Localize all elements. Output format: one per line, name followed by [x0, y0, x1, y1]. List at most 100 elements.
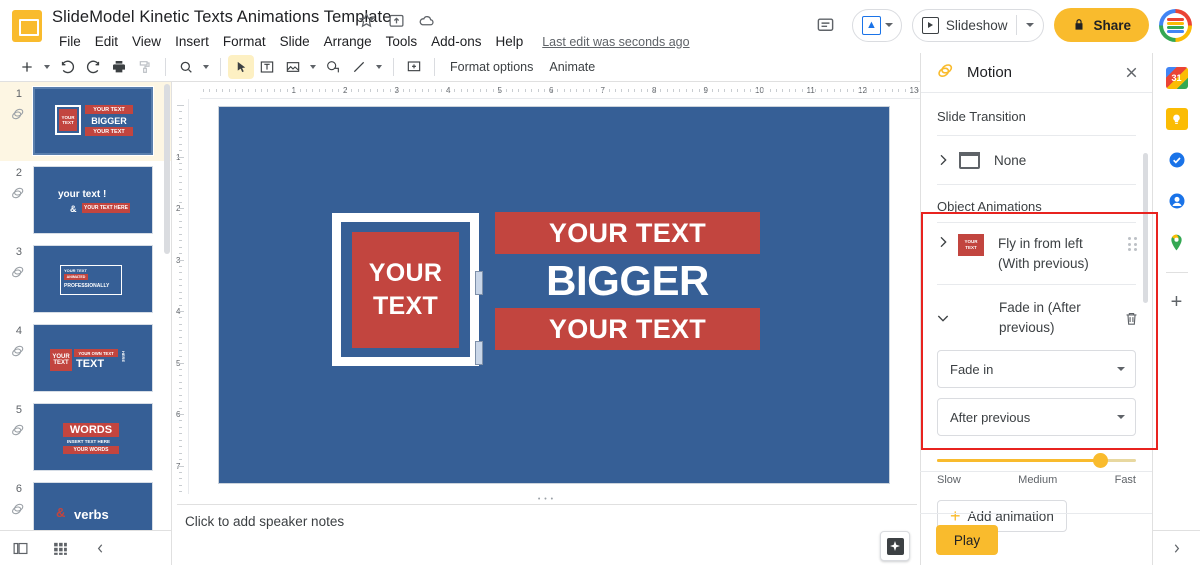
- contacts-icon[interactable]: [1166, 190, 1188, 212]
- play-button[interactable]: Play: [936, 525, 998, 555]
- speaker-notes[interactable]: Click to add speaker notes: [177, 504, 917, 565]
- slide-preview[interactable]: your text ! & YOUR TEXT HERE: [33, 166, 153, 234]
- menu-edit[interactable]: Edit: [88, 32, 125, 51]
- move-to-folder-icon[interactable]: [388, 12, 405, 29]
- menu-slide[interactable]: Slide: [273, 32, 317, 51]
- new-slide-dropdown[interactable]: [40, 55, 54, 79]
- slide-thumbnail-3[interactable]: 3 YOUR TEXT ANIMATED PROFESSIONALLY: [0, 240, 171, 319]
- shape-button[interactable]: [320, 55, 346, 79]
- text-box-button[interactable]: [254, 55, 280, 79]
- divider: [165, 58, 166, 76]
- expand-rail-icon[interactable]: [1152, 530, 1200, 565]
- add-comment-button[interactable]: [401, 55, 427, 79]
- menu-insert[interactable]: Insert: [168, 32, 216, 51]
- menu-addons[interactable]: Add-ons: [424, 32, 488, 51]
- line-button[interactable]: [346, 55, 372, 79]
- undo-button[interactable]: [54, 55, 80, 79]
- slide-thumbnail-2[interactable]: 2 your text ! & YOUR TEXT HERE: [0, 161, 171, 240]
- slide-thumbnail-5[interactable]: 5 WORDS INSERT TEXT HERE YOUR WORDS: [0, 398, 171, 477]
- last-edit-status[interactable]: Last edit was seconds ago: [542, 35, 689, 49]
- image-button[interactable]: [280, 55, 306, 79]
- band-text-1[interactable]: YOUR TEXT: [495, 212, 760, 254]
- redo-button[interactable]: [80, 55, 106, 79]
- speed-slider[interactable]: [937, 450, 1136, 472]
- explore-icon: [886, 537, 904, 555]
- slide-filmstrip[interactable]: 1 YOUR TEXT YOUR TEXT BIGGER YOUR TEXT 2…: [0, 82, 172, 530]
- animation-item-fly-in-from-left[interactable]: YOUR TEXT Fly in from left (With previou…: [921, 223, 1152, 284]
- slide-preview[interactable]: WORDS INSERT TEXT HERE YOUR WORDS: [33, 403, 153, 471]
- chevron-right-icon[interactable]: [935, 152, 951, 168]
- paint-format-button[interactable]: [132, 55, 158, 79]
- share-button[interactable]: Share: [1054, 8, 1149, 42]
- explore-button[interactable]: [880, 531, 910, 561]
- ruler-tick: [859, 89, 861, 92]
- animate-button[interactable]: Animate: [541, 57, 603, 77]
- ruler-tick: [383, 89, 385, 92]
- grid-view-icon[interactable]: [40, 534, 80, 562]
- zoom-button[interactable]: [173, 55, 199, 79]
- band-text-2[interactable]: YOUR TEXT: [495, 308, 760, 350]
- chevron-down-icon[interactable]: [935, 310, 951, 326]
- selection-handle[interactable]: [475, 271, 483, 295]
- calendar-icon[interactable]: 31: [1165, 67, 1188, 89]
- menu-arrange[interactable]: Arrange: [317, 32, 379, 51]
- menu-help[interactable]: Help: [488, 32, 530, 51]
- slide-thumbnail-4[interactable]: 4 YOUR TEXT YOUR OWN TEXT TEXT HERE: [0, 319, 171, 398]
- ruler-tick: [179, 195, 182, 197]
- ruler-tick: [492, 89, 494, 92]
- slideshow-button[interactable]: Slideshow: [911, 8, 1045, 42]
- slide-thumbnail-1[interactable]: 1 YOUR TEXT YOUR TEXT BIGGER YOUR TEXT: [0, 82, 171, 161]
- select-cursor-button[interactable]: [228, 55, 254, 79]
- red-text-box-shape[interactable]: YOUR TEXT: [352, 232, 459, 348]
- slideshow-dropdown-caret[interactable]: [1026, 23, 1035, 27]
- menu-file[interactable]: File: [52, 32, 88, 51]
- menu-view[interactable]: View: [125, 32, 168, 51]
- print-button[interactable]: [106, 55, 132, 79]
- selection-handle[interactable]: [475, 341, 483, 365]
- line-dropdown[interactable]: [372, 55, 386, 79]
- present-button[interactable]: ▲: [851, 8, 902, 42]
- chevron-right-icon[interactable]: [935, 234, 951, 250]
- ruler-tick: [866, 89, 868, 92]
- animation-item-fade-in[interactable]: Fade in (After previous): [921, 285, 1152, 350]
- trash-icon[interactable]: [1123, 310, 1140, 327]
- slider-thumb[interactable]: [1093, 453, 1109, 469]
- drag-handle-icon[interactable]: [1128, 237, 1140, 253]
- motion-panel-scrollbar[interactable]: [1143, 153, 1148, 303]
- menu-tools[interactable]: Tools: [379, 32, 425, 51]
- ruler-tick: [179, 368, 182, 370]
- present-dropdown-caret[interactable]: [884, 23, 893, 27]
- filmstrip-view-icon[interactable]: [0, 534, 40, 562]
- add-app-icon[interactable]: +: [1171, 292, 1183, 312]
- slide-transition-row[interactable]: None: [921, 136, 1152, 184]
- slide-number: 5: [15, 404, 22, 416]
- keep-icon[interactable]: [1165, 108, 1188, 130]
- maps-icon[interactable]: [1166, 231, 1188, 253]
- avatar[interactable]: [1159, 8, 1192, 42]
- notes-resize-handle[interactable]: [172, 494, 920, 504]
- slide-preview[interactable]: YOUR TEXT YOUR TEXT BIGGER YOUR TEXT: [32, 86, 154, 156]
- effect-select[interactable]: Fade in: [937, 350, 1136, 389]
- tasks-icon[interactable]: [1166, 149, 1188, 171]
- star-icon[interactable]: [358, 12, 375, 29]
- bigger-text[interactable]: BIGGER: [495, 254, 760, 308]
- slide-preview[interactable]: & verbs: [33, 482, 153, 530]
- slide-canvas[interactable]: YOUR TEXT YOUR TEXT BIGGER YOUR TEXT: [218, 106, 890, 484]
- image-dropdown[interactable]: [306, 55, 320, 79]
- document-title[interactable]: SlideModel Kinetic Texts Animations Temp…: [52, 8, 391, 27]
- filmstrip-scrollbar[interactable]: [164, 84, 170, 254]
- comment-history-icon[interactable]: [810, 9, 842, 41]
- new-slide-button[interactable]: [14, 55, 40, 79]
- slideshow-icon: [921, 16, 939, 34]
- trigger-select[interactable]: After previous: [937, 398, 1136, 437]
- menu-format[interactable]: Format: [216, 32, 273, 51]
- slide-preview[interactable]: YOUR TEXT ANIMATED PROFESSIONALLY: [33, 245, 153, 313]
- ruler-tick: [376, 89, 378, 92]
- close-icon[interactable]: [1123, 64, 1140, 81]
- slide-thumbnail-6[interactable]: 6 & verbs: [0, 477, 171, 530]
- slide-preview[interactable]: YOUR TEXT YOUR OWN TEXT TEXT HERE: [33, 324, 153, 392]
- cloud-saved-icon[interactable]: [418, 12, 435, 29]
- format-options-button[interactable]: Format options: [442, 57, 541, 77]
- zoom-dropdown[interactable]: [199, 55, 213, 79]
- collapse-filmstrip-icon[interactable]: [80, 534, 120, 562]
